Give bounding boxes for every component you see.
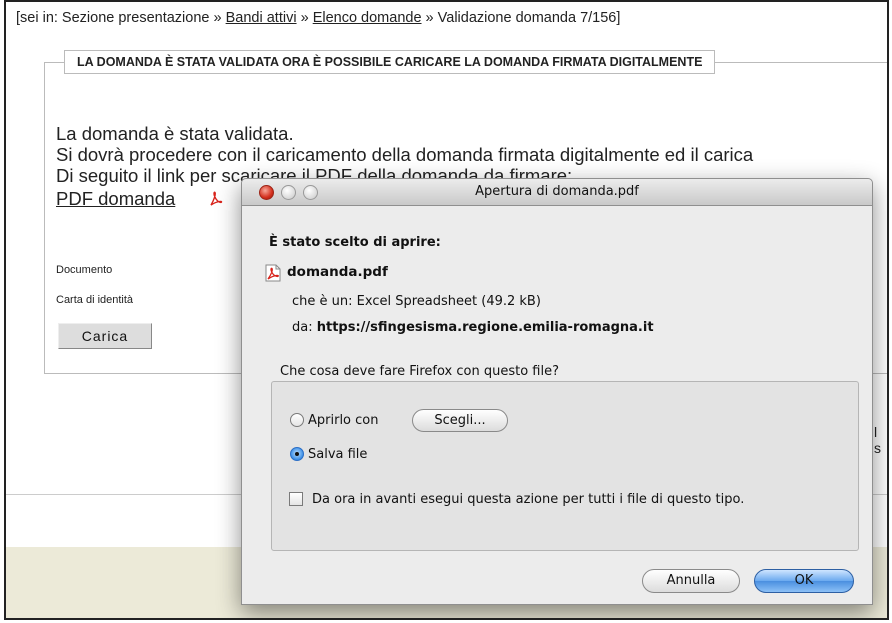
breadcrumb-separator: »: [425, 10, 434, 26]
action-question: Che cosa deve fare Firefox con questo fi…: [280, 364, 559, 379]
dialog-title: Apertura di domanda.pdf: [475, 184, 639, 199]
choose-application-button[interactable]: Scegli...: [412, 409, 508, 432]
open-with-label[interactable]: Aprirlo con: [308, 413, 378, 428]
save-file-radio[interactable]: [290, 447, 304, 461]
save-file-label[interactable]: Salva file: [308, 447, 367, 462]
carica-button[interactable]: Carica: [58, 323, 152, 349]
truncated-text: l s: [874, 424, 881, 456]
upload-instruction: Si dovrà procedere con il caricamento de…: [56, 144, 754, 165]
open-with-radio[interactable]: [290, 413, 304, 427]
action-options-box: [271, 381, 859, 551]
file-type-label: che è un:: [292, 294, 353, 309]
dialog-filename: domanda.pdf: [287, 264, 388, 280]
validation-message: La domanda è stata validata.: [56, 123, 294, 144]
ok-button[interactable]: OK: [754, 569, 854, 593]
dialog-heading: È stato scelto di aprire:: [269, 235, 441, 250]
pdf-icon[interactable]: [209, 191, 223, 207]
file-type-row: che è un: Excel Spreadsheet (49.2 kB): [292, 294, 541, 309]
section-banner: LA DOMANDA È STATA VALIDATA ORA È POSSIB…: [64, 50, 716, 74]
remember-choice-label[interactable]: Da ora in avanti esegui questa azione pe…: [312, 492, 744, 507]
browser-frame: [sei in: Sezione presentazione » Bandi a…: [4, 0, 889, 620]
remember-choice-checkbox[interactable]: [289, 492, 303, 506]
dialog-titlebar[interactable]: Apertura di domanda.pdf: [242, 179, 872, 206]
file-source-value: https://sfingesisma.regione.emilia-romag…: [316, 320, 654, 335]
file-source-row: da: https://sfingesisma.regione.emilia-r…: [292, 320, 654, 335]
breadcrumb-current: Validazione domanda 7/156]: [437, 10, 621, 26]
breadcrumb: [sei in: Sezione presentazione » Bandi a…: [16, 10, 620, 26]
breadcrumb-separator: »: [213, 10, 222, 26]
breadcrumb-link-bandi-attivi[interactable]: Bandi attivi: [226, 10, 297, 26]
cancel-button[interactable]: Annulla: [642, 569, 740, 593]
carta-identita-label: Carta di identità: [56, 294, 134, 306]
file-type-value: Excel Spreadsheet (49.2 kB): [356, 294, 541, 309]
pdf-domanda-link[interactable]: PDF domanda: [56, 188, 175, 210]
breadcrumb-separator: »: [300, 10, 309, 26]
pdf-icon: [265, 264, 281, 282]
breadcrumb-link-elenco-domande[interactable]: Elenco domande: [313, 10, 422, 26]
file-source-label: da:: [292, 320, 313, 335]
breadcrumb-prefix: [sei in: Sezione presentazione: [16, 10, 210, 26]
file-open-dialog: Apertura di domanda.pdf È stato scelto d…: [241, 178, 873, 605]
documento-label: Documento: [56, 264, 113, 276]
